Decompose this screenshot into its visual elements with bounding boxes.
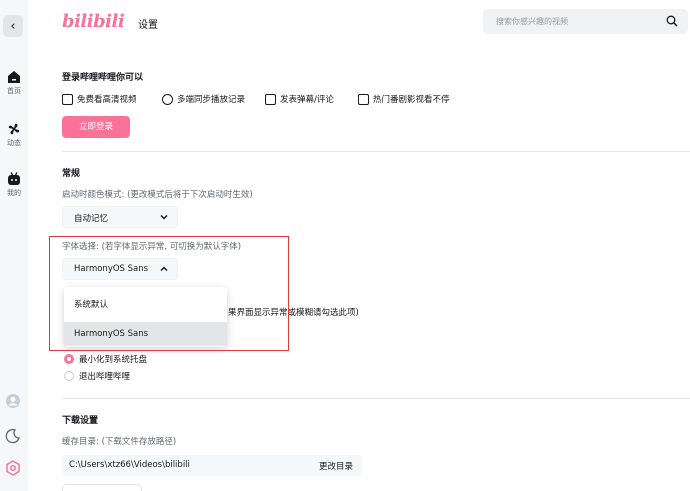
radio-label: 退出哔哩哔哩: [79, 372, 131, 382]
sidebar: ‹ 首页 动态 我的: [0, 0, 28, 491]
cache-path-field: C:\Users\xtz66\Videos\bilibili 更改目录: [62, 455, 362, 476]
general-section-title: 常规: [62, 169, 81, 179]
hd-icon: [62, 93, 73, 105]
feature-danmaku: 发表弹幕/评论: [265, 93, 334, 105]
danmaku-icon: [265, 93, 276, 105]
sidebar-item-label: 动态: [7, 139, 21, 147]
bilibili-logo[interactable]: bilibili: [62, 11, 125, 32]
sidebar-item-label: 首页: [7, 87, 21, 95]
feature-anime: 热门番剧影视看不停: [358, 93, 450, 105]
tv-icon: [8, 172, 20, 185]
chevron-down-icon: [160, 214, 168, 220]
partial-button[interactable]: [62, 484, 142, 491]
cache-path-value: C:\Users\xtz66\Videos\bilibili: [69, 460, 190, 470]
divider: [62, 398, 690, 399]
sidebar-item-home[interactable]: 首页: [0, 70, 28, 96]
radio-label: 最小化到系统托盘: [79, 355, 148, 365]
cache-dir-label: 缓存目录: (下载文件存放路径): [62, 437, 177, 447]
search-placeholder: 搜索你感兴趣的视频: [496, 17, 568, 26]
login-section-title: 登录哔哩哔哩你可以: [62, 73, 144, 83]
home-icon: [8, 71, 20, 83]
play-icon: [358, 93, 369, 105]
sidebar-item-mine[interactable]: 我的: [0, 172, 28, 198]
radio-minimize-tray[interactable]: [64, 354, 74, 364]
back-button[interactable]: ‹: [3, 15, 23, 37]
search-input[interactable]: 搜索你感兴趣的视频: [483, 9, 688, 34]
change-dir-button[interactable]: 更改目录: [319, 460, 353, 472]
header: bilibili 设置 搜索你感兴趣的视频: [28, 0, 690, 45]
download-section-title: 下载设置: [62, 416, 99, 426]
search-icon[interactable]: [666, 15, 678, 27]
sidebar-item-label: 我的: [7, 189, 21, 197]
color-mode-label: 启动时颜色模式: (更改模式后将于下次启动时生效): [62, 190, 253, 200]
divider: [62, 151, 690, 152]
color-mode-value: 自动记忆: [74, 214, 109, 224]
feature-sync: 多端同步播放记录: [162, 93, 245, 105]
clock-icon: [162, 93, 173, 105]
login-button[interactable]: 立即登录: [62, 116, 130, 138]
settings-icon[interactable]: [5, 460, 21, 476]
sidebar-item-dynamic[interactable]: 动态: [0, 122, 28, 148]
page-title: 设置: [138, 20, 158, 31]
moon-icon[interactable]: [5, 428, 21, 444]
fan-icon: [8, 123, 20, 135]
feature-hd: 免费看高清视频: [62, 93, 137, 105]
radio-exit[interactable]: [64, 371, 74, 381]
color-mode-select[interactable]: 自动记忆: [62, 206, 178, 228]
highlight-box: [49, 236, 289, 351]
avatar-icon[interactable]: [5, 393, 21, 409]
chevron-left-icon: ‹: [10, 18, 16, 34]
